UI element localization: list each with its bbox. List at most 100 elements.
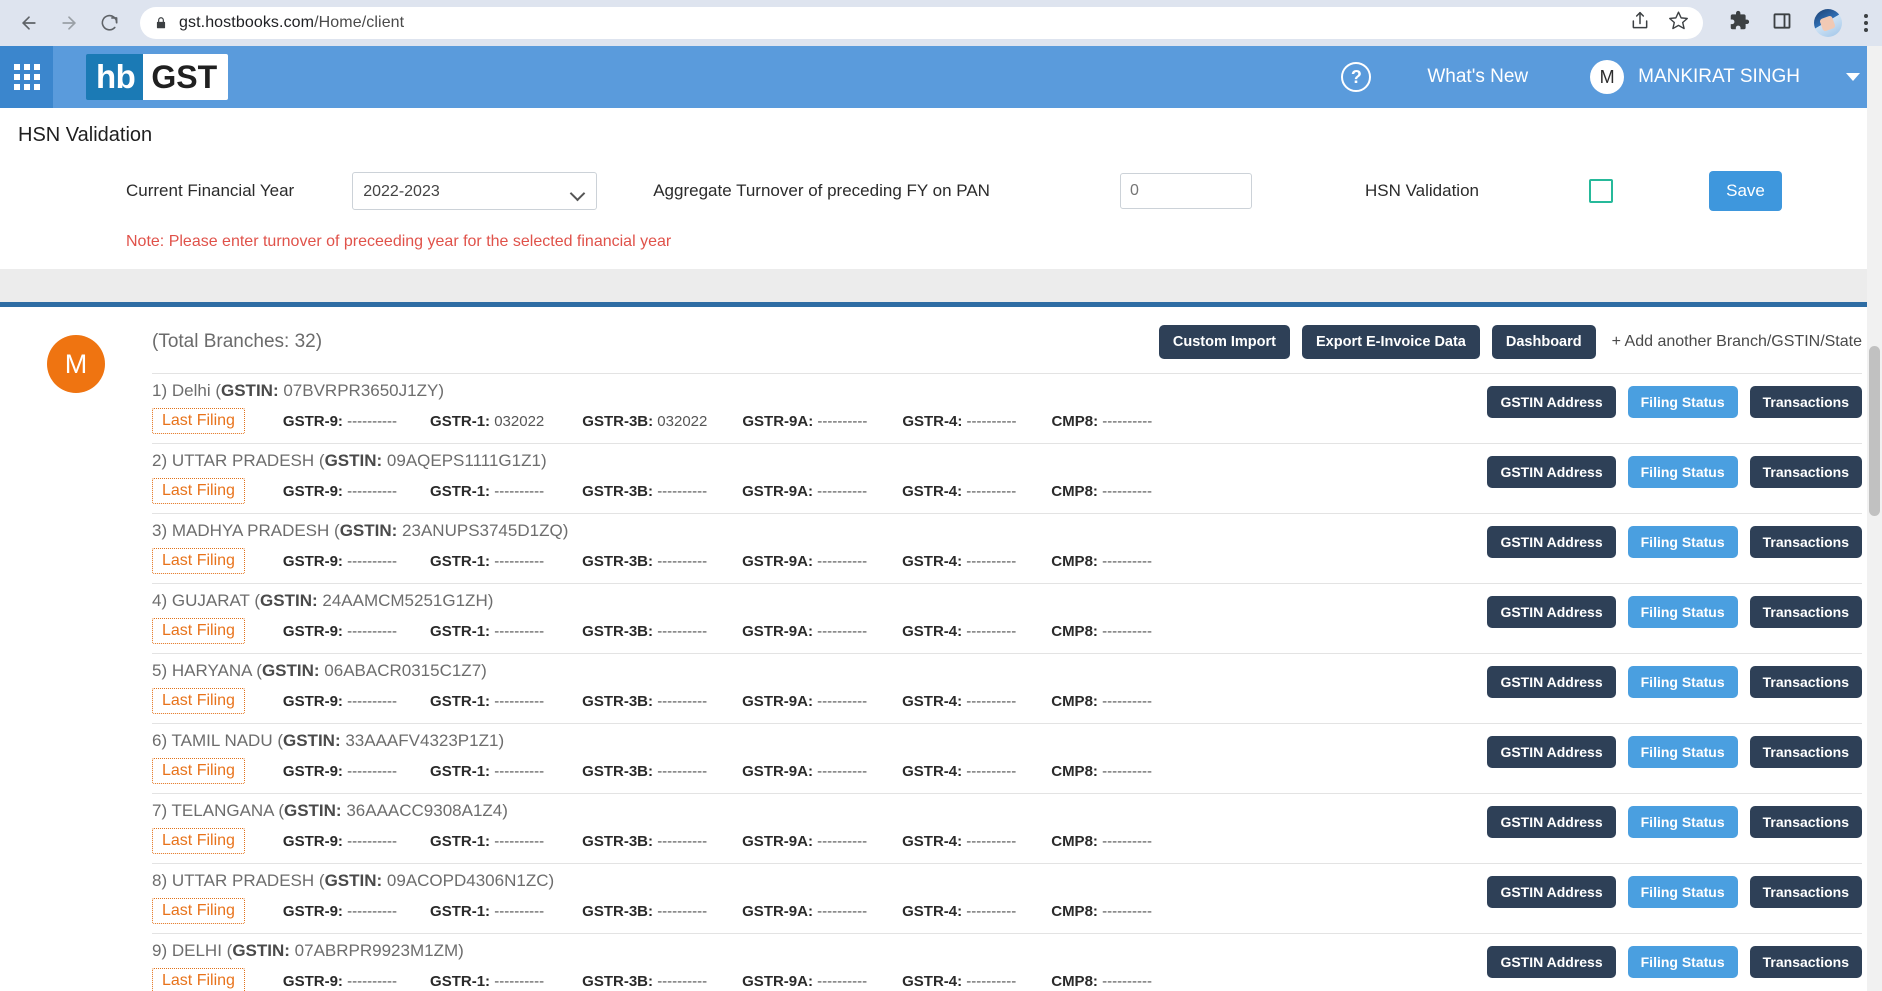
filing-gstr-9a: GSTR-9A: ---------- xyxy=(742,763,867,780)
back-arrow-icon[interactable] xyxy=(14,8,44,38)
filing-value: ---------- xyxy=(966,902,1017,920)
filing-label: GSTR-1: xyxy=(430,762,491,780)
transactions-button[interactable]: Transactions xyxy=(1749,876,1862,908)
lock-icon xyxy=(154,15,168,31)
branch-row-actions: GSTIN Address Filing Status Transactions xyxy=(1487,806,1862,838)
filing-value: ---------- xyxy=(347,692,398,710)
filing-label: GSTR-3B: xyxy=(582,902,654,920)
transactions-button[interactable]: Transactions xyxy=(1749,666,1862,698)
side-panel-icon[interactable] xyxy=(1772,11,1792,36)
export-einvoice-data-button[interactable]: Export E-Invoice Data xyxy=(1302,325,1480,359)
reload-icon[interactable] xyxy=(94,8,124,38)
filing-label: GSTR-1: xyxy=(430,692,491,710)
transactions-button[interactable]: Transactions xyxy=(1749,596,1862,628)
add-another-branch-link[interactable]: + Add another Branch/GSTIN/State xyxy=(1612,333,1862,351)
page-scrollbar-track[interactable] xyxy=(1867,46,1882,991)
transactions-button[interactable]: Transactions xyxy=(1749,946,1862,978)
filing-gstr-4: GSTR-4: ---------- xyxy=(902,763,1016,780)
filing-gstr-9a: GSTR-9A: ---------- xyxy=(742,973,867,990)
filing-cmp8: CMP8: ---------- xyxy=(1051,833,1152,850)
address-bar[interactable]: gst.hostbooks.com/Home/client xyxy=(140,7,1703,39)
filing-status-button[interactable]: Filing Status xyxy=(1627,876,1738,908)
filing-label: GSTR-3B: xyxy=(582,622,654,640)
filing-value: ---------- xyxy=(1102,972,1153,990)
filing-value: ---------- xyxy=(657,622,708,640)
custom-import-button[interactable]: Custom Import xyxy=(1158,325,1290,359)
gstin-address-button[interactable]: GSTIN Address xyxy=(1487,456,1616,488)
filing-gstr-9a: GSTR-9A: ---------- xyxy=(742,693,867,710)
gstin-address-button[interactable]: GSTIN Address xyxy=(1487,596,1616,628)
forward-arrow-icon[interactable] xyxy=(54,8,84,38)
transactions-button[interactable]: Transactions xyxy=(1749,456,1862,488)
branch-state: DELHI xyxy=(171,941,222,960)
gstin-address-button[interactable]: GSTIN Address xyxy=(1487,666,1616,698)
gstin-label: GSTIN: xyxy=(260,591,318,610)
hsn-validation-checkbox[interactable] xyxy=(1589,179,1613,203)
filing-label: GSTR-3B: xyxy=(582,412,654,430)
gstin-label: GSTIN: xyxy=(324,871,383,890)
filing-value: ---------- xyxy=(1102,622,1153,640)
save-button[interactable]: Save xyxy=(1709,171,1782,211)
filing-label: CMP8: xyxy=(1051,482,1098,500)
gstin-address-button[interactable]: GSTIN Address xyxy=(1487,946,1616,978)
gstin-value: 24AAMCM5251G1ZH xyxy=(322,591,488,610)
whats-new-link[interactable]: What's New xyxy=(1427,66,1528,88)
filing-value: ---------- xyxy=(966,552,1017,570)
transactions-button[interactable]: Transactions xyxy=(1749,526,1862,558)
filing-value: ---------- xyxy=(817,972,868,990)
help-icon[interactable]: ? xyxy=(1341,62,1372,92)
gstin-address-button[interactable]: GSTIN Address xyxy=(1487,736,1616,768)
filing-status-button[interactable]: Filing Status xyxy=(1627,456,1738,488)
user-name-label: MANKIRAT SINGH xyxy=(1638,66,1800,87)
dashboard-button[interactable]: Dashboard xyxy=(1491,325,1596,359)
transactions-button[interactable]: Transactions xyxy=(1749,386,1862,418)
filing-label: GSTR-9: xyxy=(282,412,343,430)
filing-status-button[interactable]: Filing Status xyxy=(1627,386,1738,418)
last-filing-badge: Last Filing xyxy=(152,968,245,991)
filing-status-button[interactable]: Filing Status xyxy=(1627,526,1738,558)
branch-state: MADHYA PRADESH xyxy=(171,521,330,540)
hbgst-logo[interactable]: hb GST xyxy=(86,54,229,100)
filing-value: ---------- xyxy=(966,832,1017,850)
star-icon[interactable] xyxy=(1668,10,1689,36)
filing-value: ---------- xyxy=(657,832,708,850)
gstin-address-button[interactable]: GSTIN Address xyxy=(1487,876,1616,908)
gstin-address-button[interactable]: GSTIN Address xyxy=(1487,806,1616,838)
apps-grid-icon[interactable] xyxy=(0,46,53,108)
turnover-note: Note: Please enter turnover of preceedin… xyxy=(126,233,672,250)
filing-cmp8: CMP8: ---------- xyxy=(1051,763,1152,780)
filing-status-button[interactable]: Filing Status xyxy=(1627,946,1738,978)
filing-status-button[interactable]: Filing Status xyxy=(1627,736,1738,768)
branch-index: 6) xyxy=(152,731,168,750)
share-icon[interactable] xyxy=(1630,11,1650,36)
gstin-address-button[interactable]: GSTIN Address xyxy=(1487,526,1616,558)
filing-status-button[interactable]: Filing Status xyxy=(1627,806,1738,838)
filing-gstr-9a: GSTR-9A: ---------- xyxy=(742,413,867,430)
transactions-button[interactable]: Transactions xyxy=(1749,806,1862,838)
turnover-input[interactable] xyxy=(1119,173,1252,209)
table-row: 4) GUJARAT (GSTIN: 24AAMCM5251G1ZH) Last … xyxy=(152,583,1862,653)
profile-avatar-icon[interactable] xyxy=(1814,9,1842,37)
filing-label: CMP8: xyxy=(1051,902,1098,920)
puzzle-piece-icon[interactable] xyxy=(1729,10,1750,36)
filing-value: ---------- xyxy=(657,972,708,990)
page-scrollbar-thumb[interactable] xyxy=(1869,346,1880,516)
chevron-down-icon[interactable] xyxy=(1846,73,1860,81)
user-menu[interactable]: M MANKIRAT SINGH xyxy=(1590,60,1860,94)
filing-status-button[interactable]: Filing Status xyxy=(1627,666,1738,698)
filing-value: ---------- xyxy=(1102,902,1153,920)
filing-gstr-3b: GSTR-3B: ---------- xyxy=(582,763,707,780)
gstin-value: 33AAAFV4323P1Z1 xyxy=(345,731,499,750)
gstin-address-button[interactable]: GSTIN Address xyxy=(1487,386,1616,418)
filing-status-button[interactable]: Filing Status xyxy=(1627,596,1738,628)
gstin-value: 09ACOPD4306N1ZC xyxy=(386,871,549,890)
branch-state: HARYANA xyxy=(171,661,252,680)
filing-label: GSTR-9: xyxy=(282,692,343,710)
gstin-label: GSTIN: xyxy=(261,661,320,680)
three-dot-menu-icon[interactable] xyxy=(1864,14,1868,32)
financial-year-select[interactable]: 2022-2023 xyxy=(352,172,598,210)
filing-gstr-1: GSTR-1: ---------- xyxy=(430,973,544,990)
section-separator xyxy=(0,269,1882,302)
transactions-button[interactable]: Transactions xyxy=(1749,736,1862,768)
filing-value: ---------- xyxy=(494,552,545,570)
